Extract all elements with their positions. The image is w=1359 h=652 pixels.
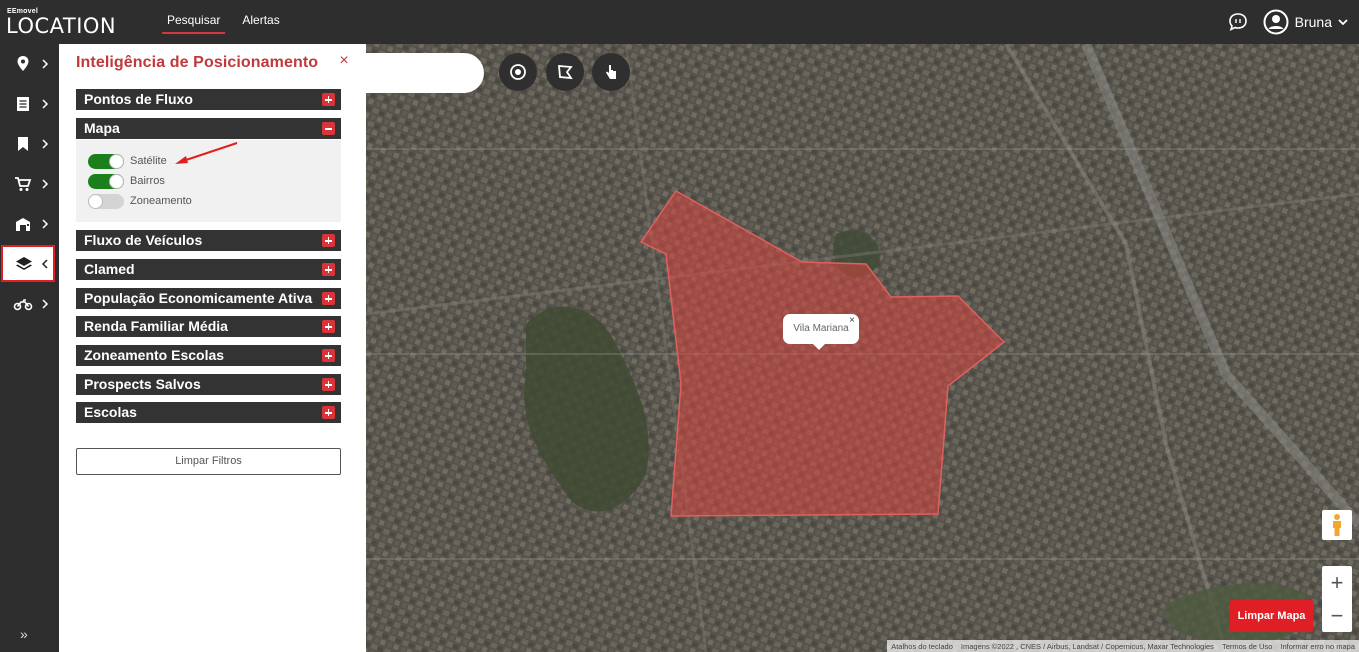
expand-icon[interactable] [322, 349, 335, 362]
rail-item-location[interactable] [0, 44, 59, 84]
user-avatar-icon[interactable] [1263, 9, 1289, 35]
user-area: Bruna [1227, 0, 1359, 44]
rail-item-documents[interactable] [0, 84, 59, 124]
zoneamento-toggle[interactable] [88, 193, 124, 209]
locate-button[interactable] [499, 53, 537, 91]
chevron-left-icon [41, 258, 48, 269]
zoom-out-button[interactable]: − [1322, 599, 1352, 632]
logo-text: LOCATION [6, 14, 117, 38]
expand-icon[interactable] [322, 406, 335, 419]
close-panel-button[interactable]: × [337, 53, 351, 69]
expand-icon[interactable] [322, 263, 335, 276]
hand-pointer-icon [606, 65, 616, 79]
rail-item-motorcycle[interactable] [0, 284, 59, 324]
toggle-row-satelite: Satélite [88, 153, 167, 169]
expand-icon[interactable] [322, 292, 335, 305]
rail-item-cart[interactable] [0, 164, 59, 204]
annotation-arrow [175, 142, 238, 164]
user-name[interactable]: Bruna [1295, 14, 1332, 30]
section-fluxo-de-veiculos[interactable]: Fluxo de Veículos [76, 230, 341, 251]
icon-rail: » [0, 44, 59, 652]
tooltip-close-button[interactable]: × [849, 306, 855, 336]
collapse-icon[interactable] [322, 122, 335, 135]
section-label: Renda Familiar Média [84, 318, 228, 334]
street-view-pegman[interactable] [1322, 510, 1352, 540]
bairros-toggle[interactable] [88, 173, 124, 189]
chevron-down-icon[interactable] [1337, 16, 1349, 28]
bookmark-icon [18, 137, 28, 151]
collapse-rail-button[interactable]: » [20, 626, 28, 642]
section-label: Pontos de Fluxo [84, 91, 193, 107]
section-label: Mapa [84, 120, 120, 136]
expand-icon[interactable] [322, 320, 335, 333]
layers-icon [16, 256, 32, 270]
neighborhood-tooltip: Vila Mariana × [783, 314, 859, 350]
expand-icon[interactable] [322, 234, 335, 247]
target-icon [510, 64, 526, 80]
attribution-terms[interactable]: Termos de Uso [1218, 642, 1276, 651]
chevron-right-icon [42, 139, 49, 149]
section-prospects-salvos[interactable]: Prospects Salvos [76, 374, 341, 395]
vila-mariana-overlay[interactable] [366, 44, 1359, 652]
clear-filters-button[interactable]: Limpar Filtros [76, 448, 341, 475]
section-label: Fluxo de Veículos [84, 232, 203, 248]
map-attribution: Atalhos do teclado Imagens ©2022 , CNES … [887, 640, 1359, 652]
section-zoneamento-escolas[interactable]: Zoneamento Escolas [76, 345, 341, 366]
pegman-icon [1333, 514, 1341, 536]
motorcycle-icon [13, 299, 33, 311]
nav-alertas[interactable]: Alertas [237, 0, 284, 44]
section-label: Escolas [84, 404, 137, 420]
section-label: Zoneamento Escolas [84, 347, 225, 363]
chevron-right-icon [42, 299, 49, 309]
nav-pesquisar[interactable]: Pesquisar [162, 0, 226, 44]
document-icon [17, 97, 29, 111]
expand-icon[interactable] [322, 378, 335, 391]
clear-map-button[interactable]: Limpar Mapa [1230, 600, 1313, 632]
chevron-right-icon [42, 219, 49, 229]
draw-polygon-button[interactable] [546, 53, 584, 91]
chevron-right-icon [42, 179, 49, 189]
search-input[interactable] [366, 53, 484, 93]
section-label: Prospects Salvos [84, 376, 201, 392]
attribution-shortcuts[interactable]: Atalhos do teclado [887, 642, 957, 651]
panel-title: Inteligência de Posicionamento [76, 54, 319, 71]
tooltip-text: Vila Mariana [793, 323, 849, 334]
zoom-controls: + − [1322, 566, 1352, 632]
chevron-right-icon [42, 59, 49, 69]
chevron-right-icon [42, 99, 49, 109]
section-label: Clamed [84, 261, 135, 277]
section-renda-familiar-media[interactable]: Renda Familiar Média [76, 316, 341, 337]
section-clamed[interactable]: Clamed [76, 259, 341, 280]
intelligence-panel: Inteligência de Posicionamento × Pontos … [59, 44, 366, 652]
section-escolas[interactable]: Escolas [76, 402, 341, 423]
section-mapa[interactable]: Mapa [76, 118, 341, 139]
attribution-imagery: Imagens ©2022 , CNES / Airbus, Landsat /… [960, 641, 1214, 651]
toggle-label: Bairros [130, 175, 165, 187]
map-pin-icon [17, 56, 29, 71]
polygon-draw-icon [558, 65, 573, 80]
cart-icon [15, 177, 32, 191]
satellite-map[interactable]: Vila Mariana × Limpar Mapa + − Atalhos d… [366, 44, 1359, 652]
rail-item-buildings[interactable] [0, 204, 59, 244]
mapa-section-body: Satélite Bairros Zoneamento [76, 140, 341, 222]
section-label: População Economicamente Ativa [84, 290, 313, 306]
main-nav: Pesquisar Alertas [162, 0, 297, 44]
section-populacao-economicamente-ativa[interactable]: População Economicamente Ativa [76, 288, 341, 309]
buildings-icon [16, 218, 30, 231]
pointer-tool-button[interactable] [592, 53, 630, 91]
chat-icon[interactable] [1227, 11, 1249, 33]
rail-item-layers[interactable] [1, 245, 55, 282]
toggle-label: Zoneamento [130, 195, 192, 207]
toggle-row-bairros: Bairros [88, 173, 165, 189]
zoom-in-button[interactable]: + [1322, 566, 1352, 599]
section-pontos-de-fluxo[interactable]: Pontos de Fluxo [76, 89, 341, 110]
attribution-report[interactable]: Informar erro no mapa [1276, 642, 1359, 651]
satelite-toggle[interactable] [88, 153, 124, 169]
expand-icon[interactable] [322, 93, 335, 106]
toggle-row-zoneamento: Zoneamento [88, 193, 192, 209]
rail-item-bookmarks[interactable] [0, 124, 59, 164]
toggle-label: Satélite [130, 155, 167, 167]
top-bar: EEmovel LOCATION Pesquisar Alertas Bruna [0, 0, 1359, 44]
